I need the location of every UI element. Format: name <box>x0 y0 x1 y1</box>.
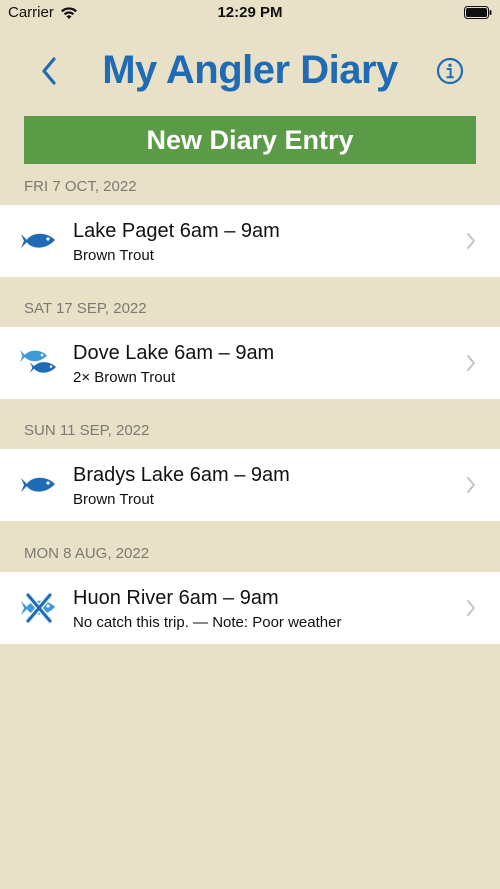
diary-entry-row[interactable]: Dove Lake 6am – 9am 2× Brown Trout <box>0 327 500 399</box>
two-fish-icon <box>20 350 56 373</box>
new-diary-entry-button[interactable]: New Diary Entry <box>24 116 476 164</box>
battery-icon <box>464 6 492 19</box>
status-bar: Carrier 12:29 PM <box>0 0 500 26</box>
status-time: 12:29 PM <box>217 4 283 21</box>
diary-entry-row[interactable]: Lake Paget 6am – 9am Brown Trout <box>0 205 500 277</box>
entry-title: Bradys Lake 6am – 9am <box>73 464 290 486</box>
section-header-date: SAT 17 SEP, 2022 <box>24 299 147 317</box>
section-header-date: FRI 7 OCT, 2022 <box>24 177 137 195</box>
entry-subtitle: Brown Trout <box>73 247 154 264</box>
diary-entry-row[interactable]: Bradys Lake 6am – 9am Brown Trout <box>0 449 500 521</box>
chevron-right-icon <box>467 355 475 371</box>
fish-icon <box>21 233 55 248</box>
entry-title: Huon River 6am – 9am <box>73 587 279 609</box>
fish-icon <box>21 477 55 492</box>
no-catch-fish-icon <box>21 592 55 624</box>
entry-subtitle: Brown Trout <box>73 491 154 508</box>
entry-title: Lake Paget 6am – 9am <box>73 220 280 242</box>
section-header-date: SUN 11 SEP, 2022 <box>24 421 150 439</box>
navigation-bar: My Angler Diary <box>0 40 500 104</box>
entry-subtitle: 2× Brown Trout <box>73 369 176 386</box>
chevron-right-icon <box>467 477 475 493</box>
chevron-right-icon <box>467 233 475 249</box>
entry-subtitle: No catch this trip. — Note: Poor weather <box>73 614 342 631</box>
info-circle-icon[interactable] <box>436 57 464 85</box>
entry-title: Dove Lake 6am – 9am <box>73 342 275 364</box>
section-header-date: MON 8 AUG, 2022 <box>24 544 150 562</box>
diary-entry-row[interactable]: Huon River 6am – 9am No catch this trip.… <box>0 572 500 644</box>
page-title: My Angler Diary <box>102 48 398 92</box>
chevron-right-icon <box>467 600 475 616</box>
